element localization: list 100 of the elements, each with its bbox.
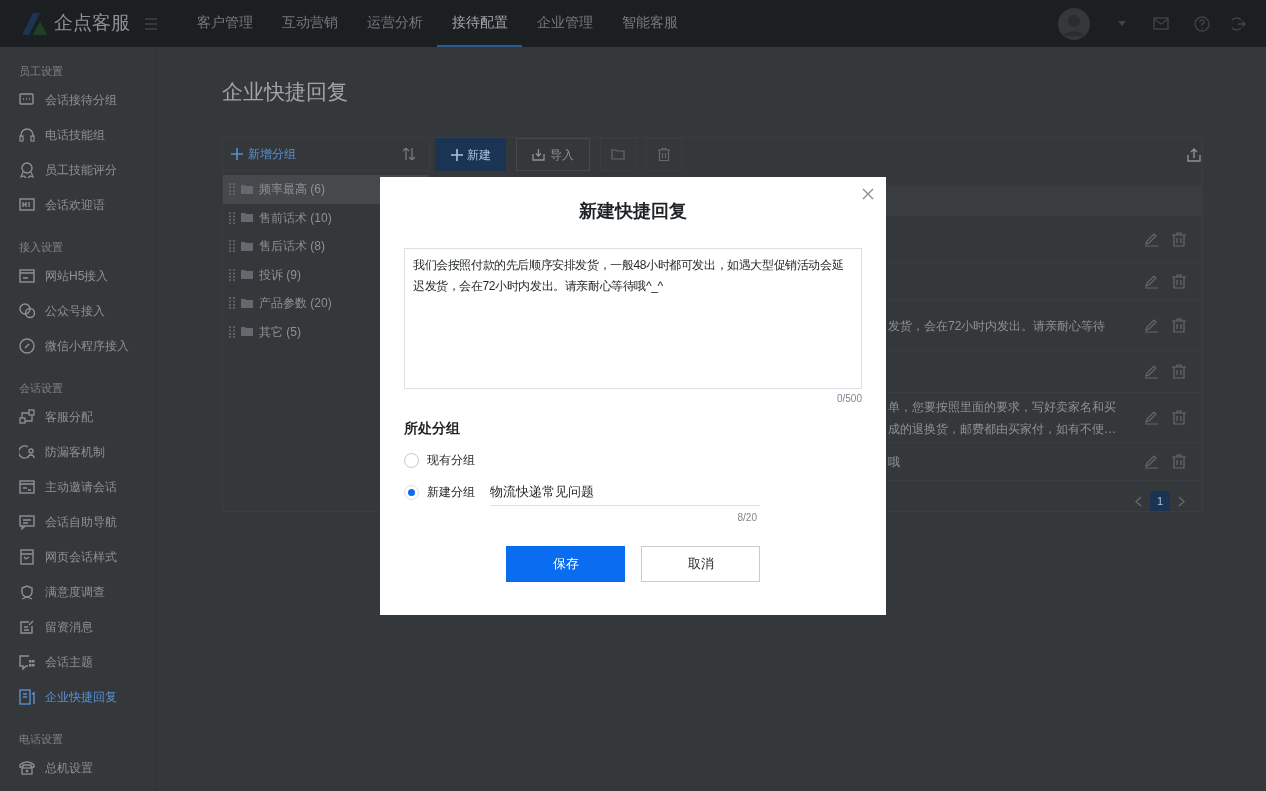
folder-icon <box>241 270 253 280</box>
dialog-title: 新建快捷回复 <box>578 200 688 223</box>
radio-option[interactable]: 新建分组 <box>404 483 475 501</box>
export-icon[interactable] <box>1187 147 1201 162</box>
telephone-icon <box>19 759 35 776</box>
edit-icon[interactable] <box>1144 364 1159 379</box>
sidebar-item[interactable]: 电话技能组 <box>0 117 156 152</box>
sidebar-item[interactable]: 企业快捷回复 <box>0 679 156 714</box>
page-button[interactable]: 1 <box>1150 491 1170 511</box>
download-icon <box>532 148 545 161</box>
folder-icon <box>241 213 253 223</box>
trash-icon <box>658 148 670 161</box>
sidebar-item[interactable]: 会话自助导航 <box>0 504 156 539</box>
close-icon[interactable] <box>862 188 874 200</box>
trash-icon[interactable] <box>1172 231 1186 247</box>
section-heading: 员工设置 <box>18 63 64 79</box>
reply-text-field[interactable]: 我们会按照付款的先后顺序安排发货，一般48小时都可发出，如遇大型促销活动会延迟发货，会在72小时内发出。请亲耐心等待哦^_^ <box>404 248 862 389</box>
sidebar-item[interactable]: 满意度调查 <box>0 574 156 609</box>
edit-icon[interactable] <box>1144 454 1159 469</box>
radio-option[interactable]: 现有分组 <box>404 451 475 469</box>
edit-icon[interactable] <box>1144 274 1159 289</box>
folder-icon <box>611 149 625 160</box>
folder-icon <box>241 327 253 337</box>
logo-icon <box>20 11 48 36</box>
section-heading: 会话设置 <box>18 380 64 396</box>
sidebar-item[interactable]: 客服分配 <box>0 399 156 434</box>
user-icon <box>19 443 35 460</box>
move-folder-button[interactable] <box>600 138 636 171</box>
nav-tab[interactable]: 客户管理 <box>182 0 267 47</box>
nav-tab[interactable]: 运营分析 <box>352 0 437 47</box>
edit-icon[interactable] <box>1144 410 1159 425</box>
plus-icon <box>231 148 243 160</box>
drag-handle-icon <box>229 183 235 196</box>
section-heading: 电话设置 <box>18 731 64 747</box>
document-icon <box>19 688 35 705</box>
table-cell-text: 发货，会在72小时内发出。请亲耐心等待 <box>888 317 1107 335</box>
edit-icon <box>19 618 35 635</box>
import-button[interactable]: 导入 <box>516 138 590 171</box>
character-counter: 0/500 <box>835 392 862 406</box>
edit-icon[interactable] <box>1144 231 1159 247</box>
sidebar-item[interactable]: 留资消息 <box>0 609 156 644</box>
sidebar-item[interactable]: 总机设置 <box>0 750 156 785</box>
chevron-left-icon[interactable] <box>1135 495 1142 507</box>
group-label: 所处分组 <box>404 419 461 438</box>
window-icon <box>19 478 35 495</box>
nav-tab[interactable]: 互动营销 <box>267 0 352 47</box>
trash-icon[interactable] <box>1172 364 1186 379</box>
app-name: 企点客服 <box>54 11 130 36</box>
group-name-field[interactable]: 物流快递常见问题 <box>490 478 760 506</box>
badge-icon <box>19 161 35 178</box>
save-button[interactable]: 保存 <box>506 546 625 582</box>
cancel-button[interactable]: 取消 <box>641 546 760 582</box>
plus-icon <box>450 148 463 161</box>
section-heading: 接入设置 <box>18 239 64 255</box>
sidebar-item[interactable]: 网站H5接入 <box>0 258 156 293</box>
folder-icon <box>241 298 253 308</box>
trash-icon[interactable] <box>1172 274 1186 289</box>
page-title: 企业快捷回复 <box>222 79 349 105</box>
edit-icon[interactable] <box>1144 318 1159 333</box>
add-group-button[interactable]: 新增分组 <box>231 145 296 163</box>
sidebar-item[interactable]: 会话接待分组 <box>0 82 156 117</box>
sidebar-item[interactable]: 会话欢迎语 <box>0 187 156 222</box>
drag-handle-icon <box>229 211 235 224</box>
nav-tab[interactable]: 企业管理 <box>522 0 607 47</box>
sidebar-item[interactable]: 主动邀请会话 <box>0 469 156 504</box>
table-cell-text: 单，您要按照里面的要求，写好卖家名和买 成的退换货，邮费都由买家付，如有不便… <box>888 398 1117 438</box>
window-icon <box>19 548 35 565</box>
sidebar-item[interactable]: 网页会话样式 <box>0 539 156 574</box>
sidebar-item[interactable]: 防漏客机制 <box>0 434 156 469</box>
nav-tab[interactable]: 智能客服 <box>607 0 692 47</box>
sidebar-item[interactable]: 微信小程序接入 <box>0 328 156 363</box>
logout-icon[interactable] <box>1232 16 1246 31</box>
folder-icon <box>241 184 253 194</box>
drag-handle-icon <box>229 268 235 281</box>
link-icon <box>19 337 35 354</box>
caret-icon[interactable] <box>1118 21 1126 26</box>
window-icon <box>19 267 35 284</box>
group-item[interactable]: 售前话术 (10) <box>223 203 429 232</box>
nav-tab[interactable]: 接待配置 <box>437 0 522 47</box>
drag-handle-icon <box>229 297 235 310</box>
drag-handle-icon <box>229 240 235 253</box>
avatar-icon <box>1058 7 1090 40</box>
chevron-right-icon[interactable] <box>1178 495 1185 507</box>
drag-handle-icon <box>229 325 235 338</box>
character-counter: 8/20 <box>736 511 757 524</box>
sidebar-item[interactable]: 公众号接入 <box>0 293 156 328</box>
sort-icon[interactable] <box>403 148 415 160</box>
trash-icon[interactable] <box>1172 454 1186 469</box>
folder-icon <box>241 241 253 251</box>
menu-icon[interactable] <box>144 17 158 30</box>
sidebar-item[interactable]: 会话主题 <box>0 644 156 679</box>
help-icon[interactable] <box>1194 15 1210 32</box>
trash-icon[interactable] <box>1172 318 1186 333</box>
trash-icon[interactable] <box>1172 410 1186 425</box>
flow-icon <box>19 408 35 425</box>
sidebar-item[interactable]: 员工技能评分 <box>0 152 156 187</box>
new-button[interactable]: 新建 <box>435 138 506 171</box>
headset-icon <box>19 126 35 143</box>
delete-button[interactable] <box>646 138 682 171</box>
mail-icon[interactable] <box>1153 17 1169 30</box>
